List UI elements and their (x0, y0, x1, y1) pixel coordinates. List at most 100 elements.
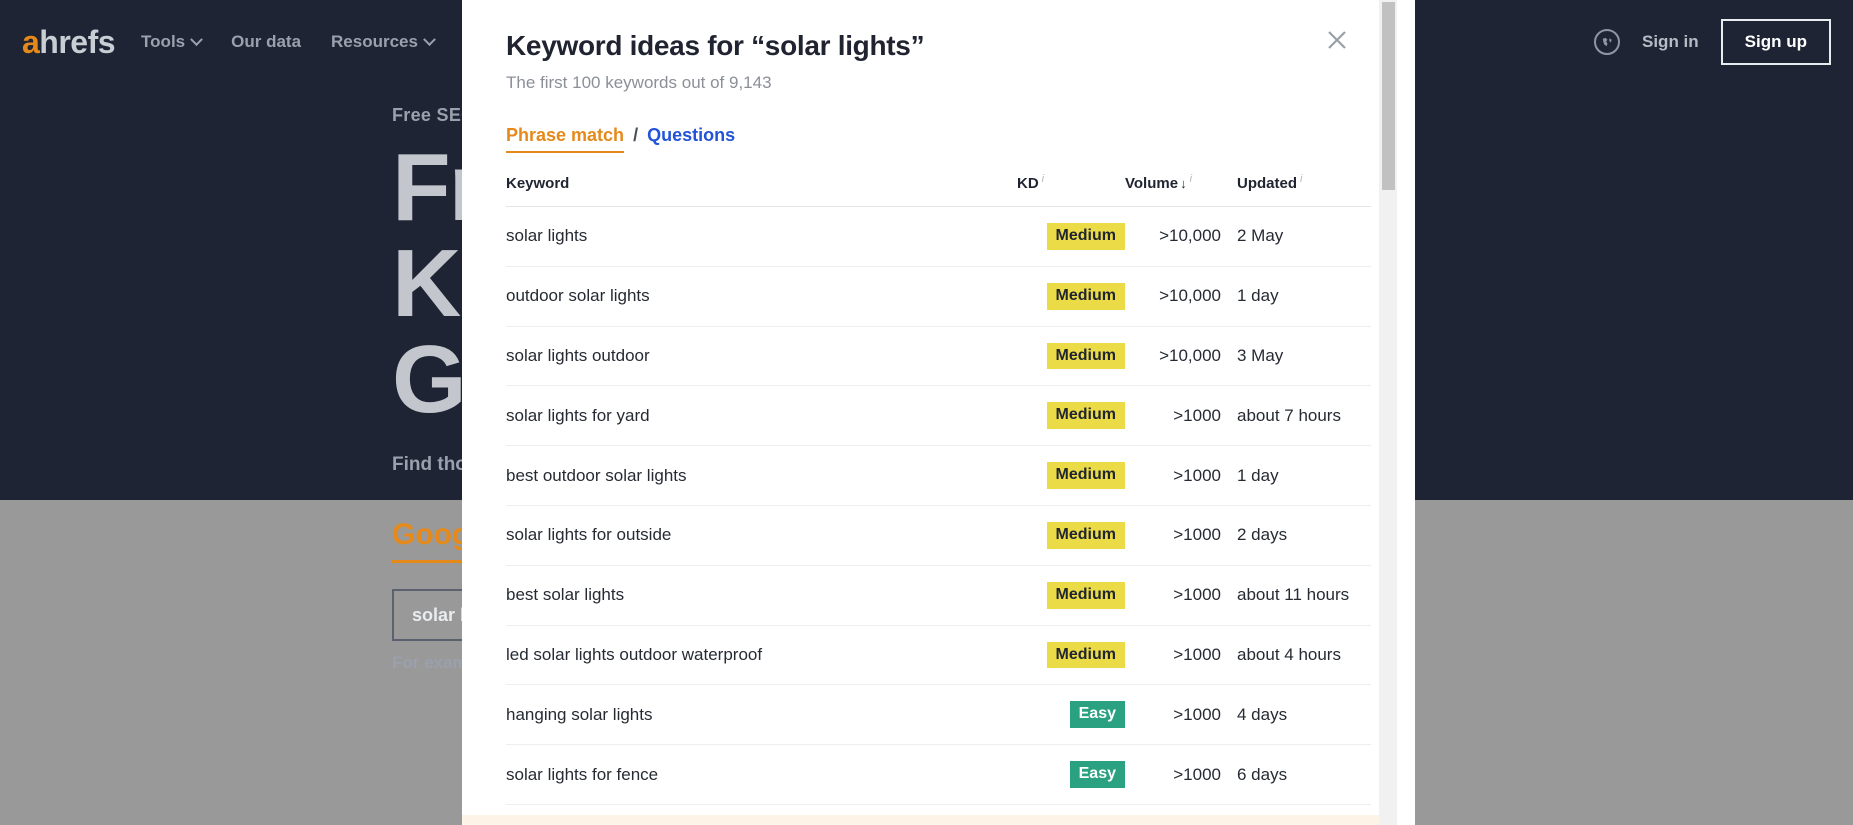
modal-scrollbar-thumb[interactable] (1382, 2, 1395, 190)
cell-updated: about 4 hours (1221, 625, 1371, 686)
cell-updated: 3 May (1221, 326, 1371, 387)
nav-item-our-data-label: Our data (231, 32, 302, 51)
info-icon[interactable]: i (1300, 173, 1302, 185)
cell-kd: Easy (1017, 684, 1125, 746)
cell-keyword: led solar lights outdoor waterproof (506, 625, 1017, 686)
table-row[interactable]: solar lights for yard Medium >1000 about 7 … (506, 385, 1371, 447)
kd-badge: Medium (1046, 342, 1125, 370)
sign-in-link[interactable]: Sign in (1642, 32, 1699, 52)
globe-icon[interactable] (1594, 29, 1620, 55)
cell-updated: 2 days (1221, 505, 1371, 566)
cell-volume: >1000 (1125, 505, 1221, 566)
kd-badge: Medium (1046, 223, 1125, 250)
cell-volume: >1000 (1125, 565, 1221, 626)
table-row[interactable]: solar lights outdoor Medium >10,000 3 May (506, 326, 1371, 387)
cell-volume: >1000 (1125, 625, 1221, 686)
table-row[interactable]: led solar lights outdoor waterproof Mediu… (506, 625, 1371, 686)
cell-updated: 1 day (1221, 266, 1371, 327)
close-icon[interactable] (1323, 26, 1351, 54)
table-row[interactable]: best solar lights Medium >1000 about 11 hou… (506, 565, 1371, 626)
table-row[interactable]: solar lights for outside Medium >1000 2 day… (506, 505, 1371, 566)
page-root: ahrefs Tools Our data Resources Pricing (0, 0, 1853, 825)
cell-volume: >1000 (1125, 385, 1221, 447)
navbar-right: Sign in Sign up (1594, 0, 1831, 84)
column-header-updated[interactable]: Updated i (1221, 173, 1371, 207)
cell-keyword: best outdoor solar lights (506, 445, 1017, 506)
modal-scrollbar-track[interactable] (1379, 0, 1397, 825)
cell-kd: Medium (1017, 266, 1125, 327)
cell-kd: Medium (1017, 625, 1125, 686)
column-header-updated-label: Updated (1237, 175, 1297, 192)
cell-updated: 4 days (1221, 684, 1371, 746)
cell-volume: >1000 (1125, 684, 1221, 746)
modal-tabs: Phrase match / Questions (506, 125, 1353, 153)
chevron-down-icon (190, 32, 203, 46)
cell-updated: about 7 hours (1221, 385, 1371, 447)
cell-volume: >1000 (1125, 744, 1221, 805)
cell-updated: 6 days (1221, 744, 1371, 805)
info-icon[interactable]: i (1042, 173, 1044, 185)
cell-kd: Medium (1017, 385, 1125, 447)
modal-subtitle: The first 100 keywords out of 9,143 (506, 73, 772, 92)
cell-kd: Medium (1017, 445, 1125, 506)
nav-item-tools[interactable]: Tools (141, 32, 203, 52)
kd-badge: Easy (1069, 701, 1125, 729)
modal-bottom-band (462, 815, 1397, 825)
info-icon[interactable]: i (1190, 173, 1192, 185)
logo-letter-a: a (22, 24, 40, 60)
kd-badge: Medium (1046, 641, 1125, 669)
column-header-keyword[interactable]: Keyword (506, 173, 1017, 207)
table-row[interactable]: solar lights for fence Easy >1000 6 days (506, 744, 1371, 805)
table-row[interactable]: outdoor solar lights Medium >10,000 1 day (506, 266, 1371, 327)
cell-keyword: solar lights outdoor (506, 326, 1017, 387)
chevron-down-icon (423, 32, 436, 46)
keyword-ideas-table: Keyword KD i Volume ↓ i Updated i solar … (506, 173, 1371, 825)
cell-keyword: solar lights for yard (506, 385, 1017, 447)
table-row[interactable]: hanging solar lights Easy >1000 4 days (506, 684, 1371, 746)
cell-updated: 1 day (1221, 445, 1371, 506)
nav-item-tools-label: Tools (141, 32, 186, 51)
nav-item-resources[interactable]: Resources (331, 32, 436, 52)
table-body: solar lights Medium >10,000 2 May outdoor so… (506, 206, 1371, 825)
cell-keyword: hanging solar lights (506, 684, 1017, 746)
cell-keyword: best solar lights (506, 565, 1017, 626)
cell-volume: >10,000 (1125, 206, 1221, 267)
column-header-keyword-label: Keyword (506, 175, 570, 192)
table-row[interactable]: best outdoor solar lights Medium >1000 1 da… (506, 445, 1371, 506)
cell-keyword: solar lights for fence (506, 744, 1017, 805)
keyword-ideas-modal: Keyword ideas for “solar lights” The fir… (462, 0, 1415, 825)
tab-questions[interactable]: Questions (647, 125, 735, 146)
cell-volume: >10,000 (1125, 266, 1221, 327)
kd-badge: Medium (1046, 462, 1125, 489)
cell-keyword: solar lights for outside (506, 505, 1017, 566)
table-header-row: Keyword KD i Volume ↓ i Updated i (506, 173, 1371, 207)
nav-item-resources-label: Resources (331, 32, 418, 51)
ahrefs-logo[interactable]: ahrefs (22, 24, 116, 60)
kd-badge: Easy (1069, 761, 1125, 788)
table-row[interactable]: solar lights Medium >10,000 2 May (506, 206, 1371, 267)
cell-kd: Easy (1017, 744, 1125, 805)
cell-keyword: outdoor solar lights (506, 266, 1017, 327)
kd-badge: Medium (1046, 282, 1125, 310)
column-header-kd-label: KD (1017, 175, 1039, 192)
modal-inner: Keyword ideas for “solar lights” The fir… (462, 0, 1397, 825)
tab-phrase-match[interactable]: Phrase match (506, 125, 625, 153)
logo-text: hrefs (39, 24, 116, 60)
cell-kd: Medium (1017, 206, 1125, 267)
sort-descending-icon[interactable]: ↓ (1180, 176, 1187, 191)
kd-badge: Medium (1046, 402, 1125, 430)
tab-separator: / (633, 125, 639, 145)
sign-up-button[interactable]: Sign up (1720, 19, 1831, 65)
cell-updated: about 11 hours (1221, 565, 1371, 626)
column-header-kd[interactable]: KD i (1017, 173, 1125, 207)
column-header-volume[interactable]: Volume ↓ i (1125, 173, 1221, 207)
column-header-volume-label: Volume (1125, 175, 1179, 192)
kd-badge: Medium (1046, 521, 1125, 549)
cell-kd: Medium (1017, 565, 1125, 626)
table-header: Keyword KD i Volume ↓ i Updated i (506, 173, 1371, 207)
cell-volume: >1000 (1125, 445, 1221, 506)
cell-kd: Medium (1017, 505, 1125, 566)
nav-item-our-data[interactable]: Our data (231, 32, 301, 52)
cell-keyword: solar lights (506, 206, 1017, 267)
cell-updated: 2 May (1221, 206, 1371, 267)
